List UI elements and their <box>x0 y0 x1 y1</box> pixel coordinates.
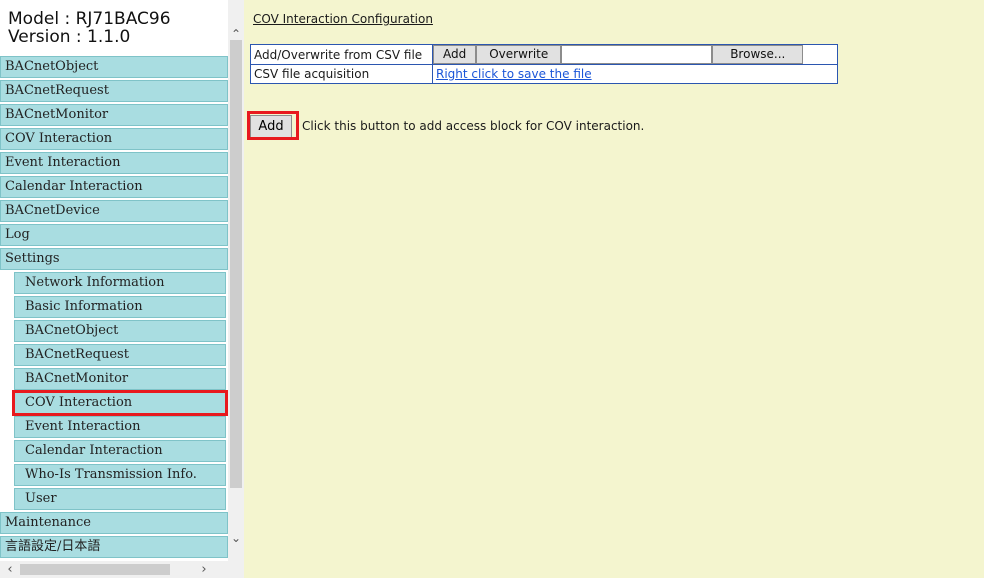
vertical-scrollbar[interactable]: ⌃ ⌄ <box>228 0 244 561</box>
csv-acquisition-label: CSV file acquisition <box>250 64 433 84</box>
menu-item-bacnetobject[interactable]: BACnetObject <box>0 56 228 78</box>
menu-item-user[interactable]: User <box>14 488 226 510</box>
navigation-scroll-area: Model : RJ71BAC96 Version : 1.1.0 BACnet… <box>0 0 228 561</box>
menu-item-event-interaction[interactable]: Event Interaction <box>14 416 226 438</box>
menu-item-bacnetrequest[interactable]: BACnetRequest <box>14 344 226 366</box>
horizontal-scrollbar-thumb[interactable] <box>20 564 170 575</box>
chevron-right-icon[interactable]: › <box>196 561 212 578</box>
menu-item-calendar-interaction[interactable]: Calendar Interaction <box>0 176 228 198</box>
navigation-frame: Model : RJ71BAC96 Version : 1.1.0 BACnet… <box>0 0 244 578</box>
menu-item-log[interactable]: Log <box>0 224 228 246</box>
csv-table: Add/Overwrite from CSV file Add Overwrite… <box>250 44 838 84</box>
vertical-scrollbar-thumb[interactable] <box>230 40 242 488</box>
menu-item-language[interactable]: 言語設定/日本語 <box>0 536 228 558</box>
menu-item-bacnetmonitor[interactable]: BACnetMonitor <box>14 368 226 390</box>
menu-item-cov-interaction[interactable]: COV Interaction <box>0 128 228 150</box>
add-button-highlight <box>247 111 299 140</box>
csv-add-button[interactable]: Add <box>433 45 477 64</box>
browse-button[interactable]: Browse... <box>712 45 804 64</box>
csv-import-row: Add/Overwrite from CSV file Add Overwrite… <box>250 44 838 65</box>
csv-acquisition-cell: Right click to save the file <box>432 64 838 84</box>
add-description: Click this button to add access block fo… <box>302 119 645 133</box>
content-frame: COV Interaction Configuration Add/Overwr… <box>244 0 984 578</box>
menu-item-settings[interactable]: Settings <box>0 248 228 270</box>
menu-item-calendar-interaction[interactable]: Calendar Interaction <box>14 440 226 462</box>
menu-item-bacnetobject[interactable]: BACnetObject <box>14 320 226 342</box>
menu-item-who-is-transmission-info[interactable]: Who-Is Transmission Info. <box>14 464 226 486</box>
menu-item-bacnetmonitor[interactable]: BACnetMonitor <box>0 104 228 126</box>
menu-item-network-information[interactable]: Network Information <box>14 272 226 294</box>
csv-acquisition-row: CSV file acquisition Right click to save… <box>250 64 838 84</box>
csv-overwrite-button[interactable]: Overwrite <box>476 45 562 64</box>
menu-item-maintenance[interactable]: Maintenance <box>0 512 228 534</box>
menu-item-basic-information[interactable]: Basic Information <box>14 296 226 318</box>
model-label: Model : RJ71BAC96 <box>8 9 171 29</box>
model-info: Model : RJ71BAC96 Version : 1.1.0 <box>8 10 222 46</box>
save-file-link[interactable]: Right click to save the file <box>436 67 592 81</box>
menu-item-event-interaction[interactable]: Event Interaction <box>0 152 228 174</box>
csv-import-label: Add/Overwrite from CSV file <box>250 44 433 65</box>
horizontal-scrollbar[interactable]: ‹ › <box>0 561 244 578</box>
chevron-left-icon[interactable]: ‹ <box>2 561 18 578</box>
menu-item-bacnetrequest[interactable]: BACnetRequest <box>0 80 228 102</box>
csv-import-controls: Add Overwrite Browse... <box>432 44 838 65</box>
menu-item-cov-interaction[interactable]: COV Interaction <box>12 390 228 416</box>
chevron-down-icon[interactable]: ⌄ <box>228 530 244 546</box>
version-label: Version : 1.1.0 <box>8 27 131 47</box>
menu-item-bacnetdevice[interactable]: BACnetDevice <box>0 200 228 222</box>
csv-file-input[interactable] <box>561 45 713 64</box>
navigation-menu: BACnetObject BACnetRequest BACnetMonitor CO… <box>0 56 228 560</box>
page-title[interactable]: COV Interaction Configuration <box>253 12 433 26</box>
